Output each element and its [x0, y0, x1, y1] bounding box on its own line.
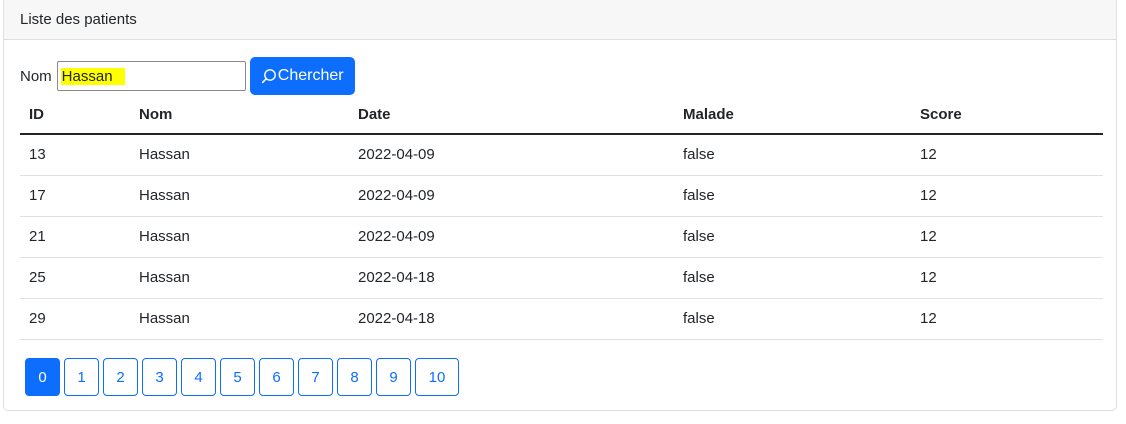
cell-malade: false: [674, 175, 911, 217]
cell-score: 12: [911, 257, 1103, 299]
cell-date: 2022-04-09: [349, 175, 674, 217]
table-row: 25 Hassan 2022-04-18 false 12: [20, 257, 1103, 299]
cell-malade: false: [674, 216, 911, 258]
cell-nom: Hassan: [130, 257, 349, 299]
pagination: 0 1 2 3 4 5 6 7 8 9 10: [25, 358, 463, 396]
cell-malade: false: [674, 298, 911, 340]
column-header-date: Date: [349, 96, 674, 135]
table-row: 13 Hassan 2022-04-09 false 12: [20, 134, 1103, 176]
search-icon: [261, 69, 276, 84]
page-button-1[interactable]: 1: [64, 358, 99, 396]
cell-score: 12: [911, 216, 1103, 258]
search-label: Nom: [20, 67, 52, 85]
cell-id: 17: [20, 175, 130, 217]
search-input-value: Hassan: [60, 67, 125, 85]
column-header-nom: Nom: [130, 96, 349, 135]
table-row: 21 Hassan 2022-04-09 false 12: [20, 216, 1103, 258]
page-button-0[interactable]: 0: [25, 358, 60, 396]
card-header: Liste des patients: [4, 0, 1116, 40]
cell-date: 2022-04-18: [349, 298, 674, 340]
cell-nom: Hassan: [130, 134, 349, 176]
cell-id: 29: [20, 298, 130, 340]
page-button-6[interactable]: 6: [259, 358, 294, 396]
card-title: Liste des patients: [20, 11, 137, 28]
page-button-4[interactable]: 4: [181, 358, 216, 396]
patients-table: ID Nom Date Malade Score 13 Hassan 2022-…: [20, 96, 1103, 340]
cell-score: 12: [911, 298, 1103, 340]
page-button-8[interactable]: 8: [337, 358, 372, 396]
table-header-row: ID Nom Date Malade Score: [20, 96, 1103, 135]
cell-nom: Hassan: [130, 298, 349, 340]
cell-malade: false: [674, 257, 911, 299]
cell-id: 25: [20, 257, 130, 299]
search-form: Nom Hassan Chercher: [20, 57, 355, 95]
cell-score: 12: [911, 175, 1103, 217]
column-header-malade: Malade: [674, 96, 911, 135]
patients-card: Liste des patients Nom Hassan Chercher I…: [3, 0, 1117, 411]
cell-malade: false: [674, 134, 911, 176]
page-button-9[interactable]: 9: [376, 358, 411, 396]
cell-id: 13: [20, 134, 130, 176]
search-input[interactable]: Hassan: [56, 61, 246, 91]
column-header-id: ID: [20, 96, 130, 135]
page-button-5[interactable]: 5: [220, 358, 255, 396]
cell-date: 2022-04-09: [349, 134, 674, 176]
cell-date: 2022-04-18: [349, 257, 674, 299]
column-header-score: Score: [911, 96, 1103, 135]
search-button-label: Chercher: [277, 67, 344, 84]
cell-date: 2022-04-09: [349, 216, 674, 258]
cell-nom: Hassan: [130, 175, 349, 217]
page-button-7[interactable]: 7: [298, 358, 333, 396]
page-button-3[interactable]: 3: [142, 358, 177, 396]
table-row: 29 Hassan 2022-04-18 false 12: [20, 298, 1103, 340]
page-button-2[interactable]: 2: [103, 358, 138, 396]
cell-id: 21: [20, 216, 130, 258]
cell-score: 12: [911, 134, 1103, 176]
cell-nom: Hassan: [130, 216, 349, 258]
search-button[interactable]: Chercher: [249, 57, 355, 95]
page-button-10[interactable]: 10: [415, 358, 459, 396]
table-row: 17 Hassan 2022-04-09 false 12: [20, 175, 1103, 217]
